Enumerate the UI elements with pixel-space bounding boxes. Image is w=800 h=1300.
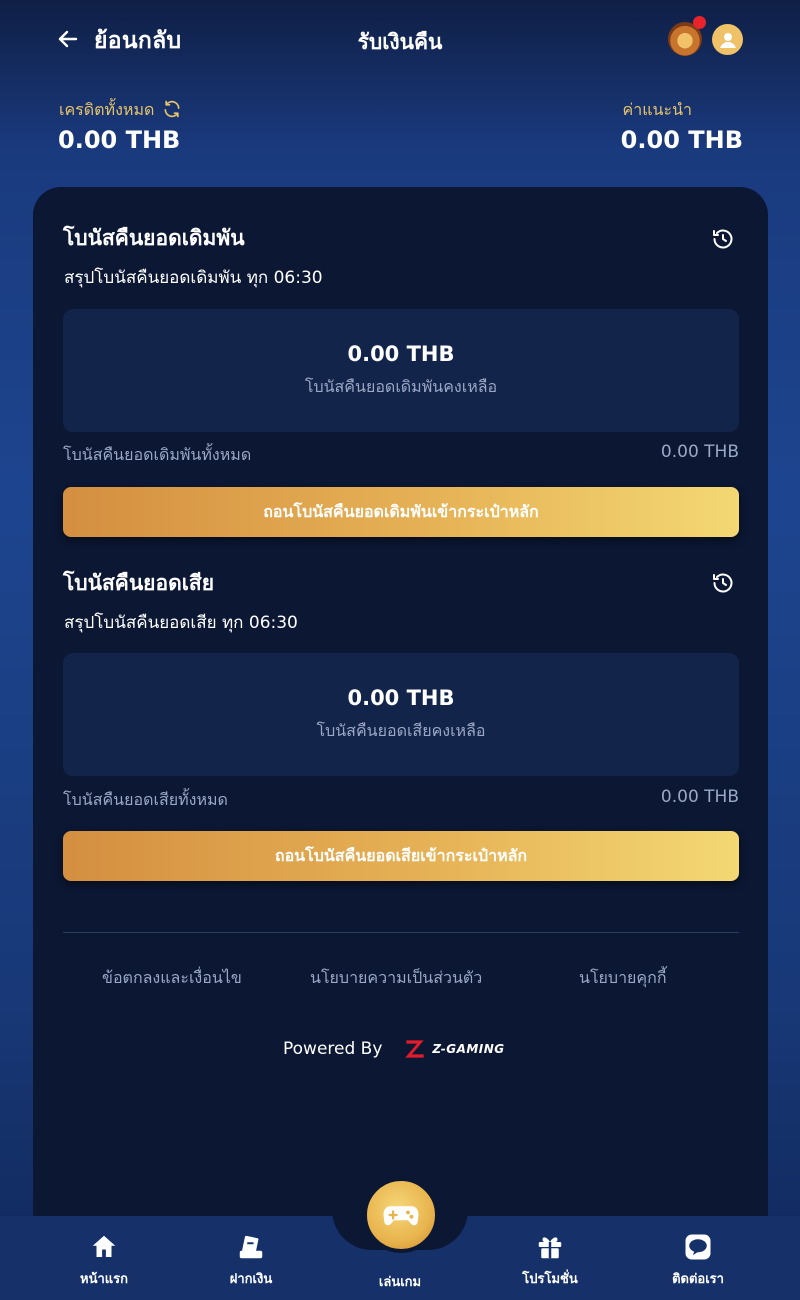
nav-home[interactable]: หน้าแรก — [49, 1232, 159, 1289]
turnover-total-value: 0.00 THB — [660, 442, 739, 462]
nav-home-label: หน้าแรก — [80, 1272, 128, 1287]
nav-promotion[interactable]: โปรโมชั่น — [495, 1232, 605, 1289]
referral-label: ค่าแนะนำ — [622, 100, 692, 119]
cookie-policy-link[interactable]: นโยบายคุกกี้ — [579, 966, 667, 991]
refresh-icon[interactable] — [162, 99, 182, 123]
user-avatar-icon[interactable] — [712, 24, 743, 55]
play-game-button[interactable] — [363, 1177, 439, 1253]
loss-summary-box: 0.00 THB โบนัสคืนยอดเสียคงเหลือ — [63, 653, 739, 776]
z-gaming-logo: Z-GAMING — [402, 1036, 504, 1062]
powered-by: Powered By Z-GAMING — [283, 1036, 505, 1062]
nav-deposit[interactable]: ฝากเงิน — [196, 1232, 306, 1289]
nav-contact[interactable]: ติดต่อเรา — [643, 1232, 753, 1289]
z-logo-icon — [405, 1040, 425, 1058]
credit-label: เครดิตทั้งหมด — [59, 98, 182, 123]
brand-text: Z-GAMING — [432, 1042, 505, 1056]
footer-divider — [63, 932, 739, 933]
withdraw-turnover-bonus-button[interactable]: ถอนโบนัสคืนยอดเดิมพันเข้ากระเป๋าหลัก — [63, 487, 739, 537]
loss-remaining-amount: 0.00 THB — [347, 686, 455, 710]
top-bar: ย้อนกลับ รับเงินคืน — [0, 0, 800, 80]
line-chat-icon — [685, 1234, 711, 1260]
turnover-bonus-title: โบนัสคืนยอดเดิมพัน — [63, 226, 245, 250]
history-icon[interactable] — [711, 571, 735, 595]
nav-play-label: เล่นเกม — [378, 1275, 422, 1290]
notification-dot — [693, 16, 706, 29]
credit-label-text: เครดิตทั้งหมด — [59, 100, 155, 119]
turnover-total-label: โบนัสคืนยอดเดิมพันทั้งหมด — [63, 445, 252, 464]
loss-remaining-label: โบนัสคืนยอดเสียคงเหลือ — [316, 721, 486, 740]
gift-icon — [538, 1237, 562, 1259]
rank-badge-icon[interactable] — [668, 16, 706, 56]
turnover-summary-box: 0.00 THB โบนัสคืนยอดเดิมพันคงเหลือ — [63, 309, 739, 432]
withdraw-loss-bonus-button[interactable]: ถอนโบนัสคืนยอดเสียเข้ากระเป๋าหลัก — [63, 831, 739, 881]
powered-by-text: Powered By — [283, 1039, 383, 1059]
terms-link[interactable]: ข้อตกลงและเงื่อนไข — [102, 966, 242, 991]
referral-value: 0.00 THB — [620, 126, 743, 154]
history-icon[interactable] — [711, 227, 735, 251]
loss-total-label: โบนัสคืนยอดเสียทั้งหมด — [63, 790, 228, 809]
turnover-remaining-label: โบนัสคืนยอดเดิมพันคงเหลือ — [304, 377, 498, 396]
turnover-bonus-subtitle: สรุปโบนัสคืนยอดเดิมพัน ทุก 06:30 — [64, 268, 323, 288]
home-icon — [92, 1235, 116, 1257]
nav-deposit-label: ฝากเงิน — [229, 1272, 273, 1287]
nav-promotion-label: โปรโมชั่น — [522, 1272, 578, 1287]
gamepad-icon — [383, 1206, 419, 1226]
turnover-remaining-amount: 0.00 THB — [347, 342, 455, 366]
credit-value: 0.00 THB — [58, 126, 181, 154]
deposit-icon — [239, 1235, 263, 1259]
loss-bonus-title: โบนัสคืนยอดเสีย — [63, 571, 215, 595]
loss-bonus-subtitle: สรุปโบนัสคืนยอดเสีย ทุก 06:30 — [64, 613, 298, 633]
loss-total-value: 0.00 THB — [660, 787, 739, 807]
privacy-policy-link[interactable]: นโยบายความเป็นส่วนตัว — [310, 966, 482, 991]
nav-contact-label: ติดต่อเรา — [672, 1272, 724, 1287]
